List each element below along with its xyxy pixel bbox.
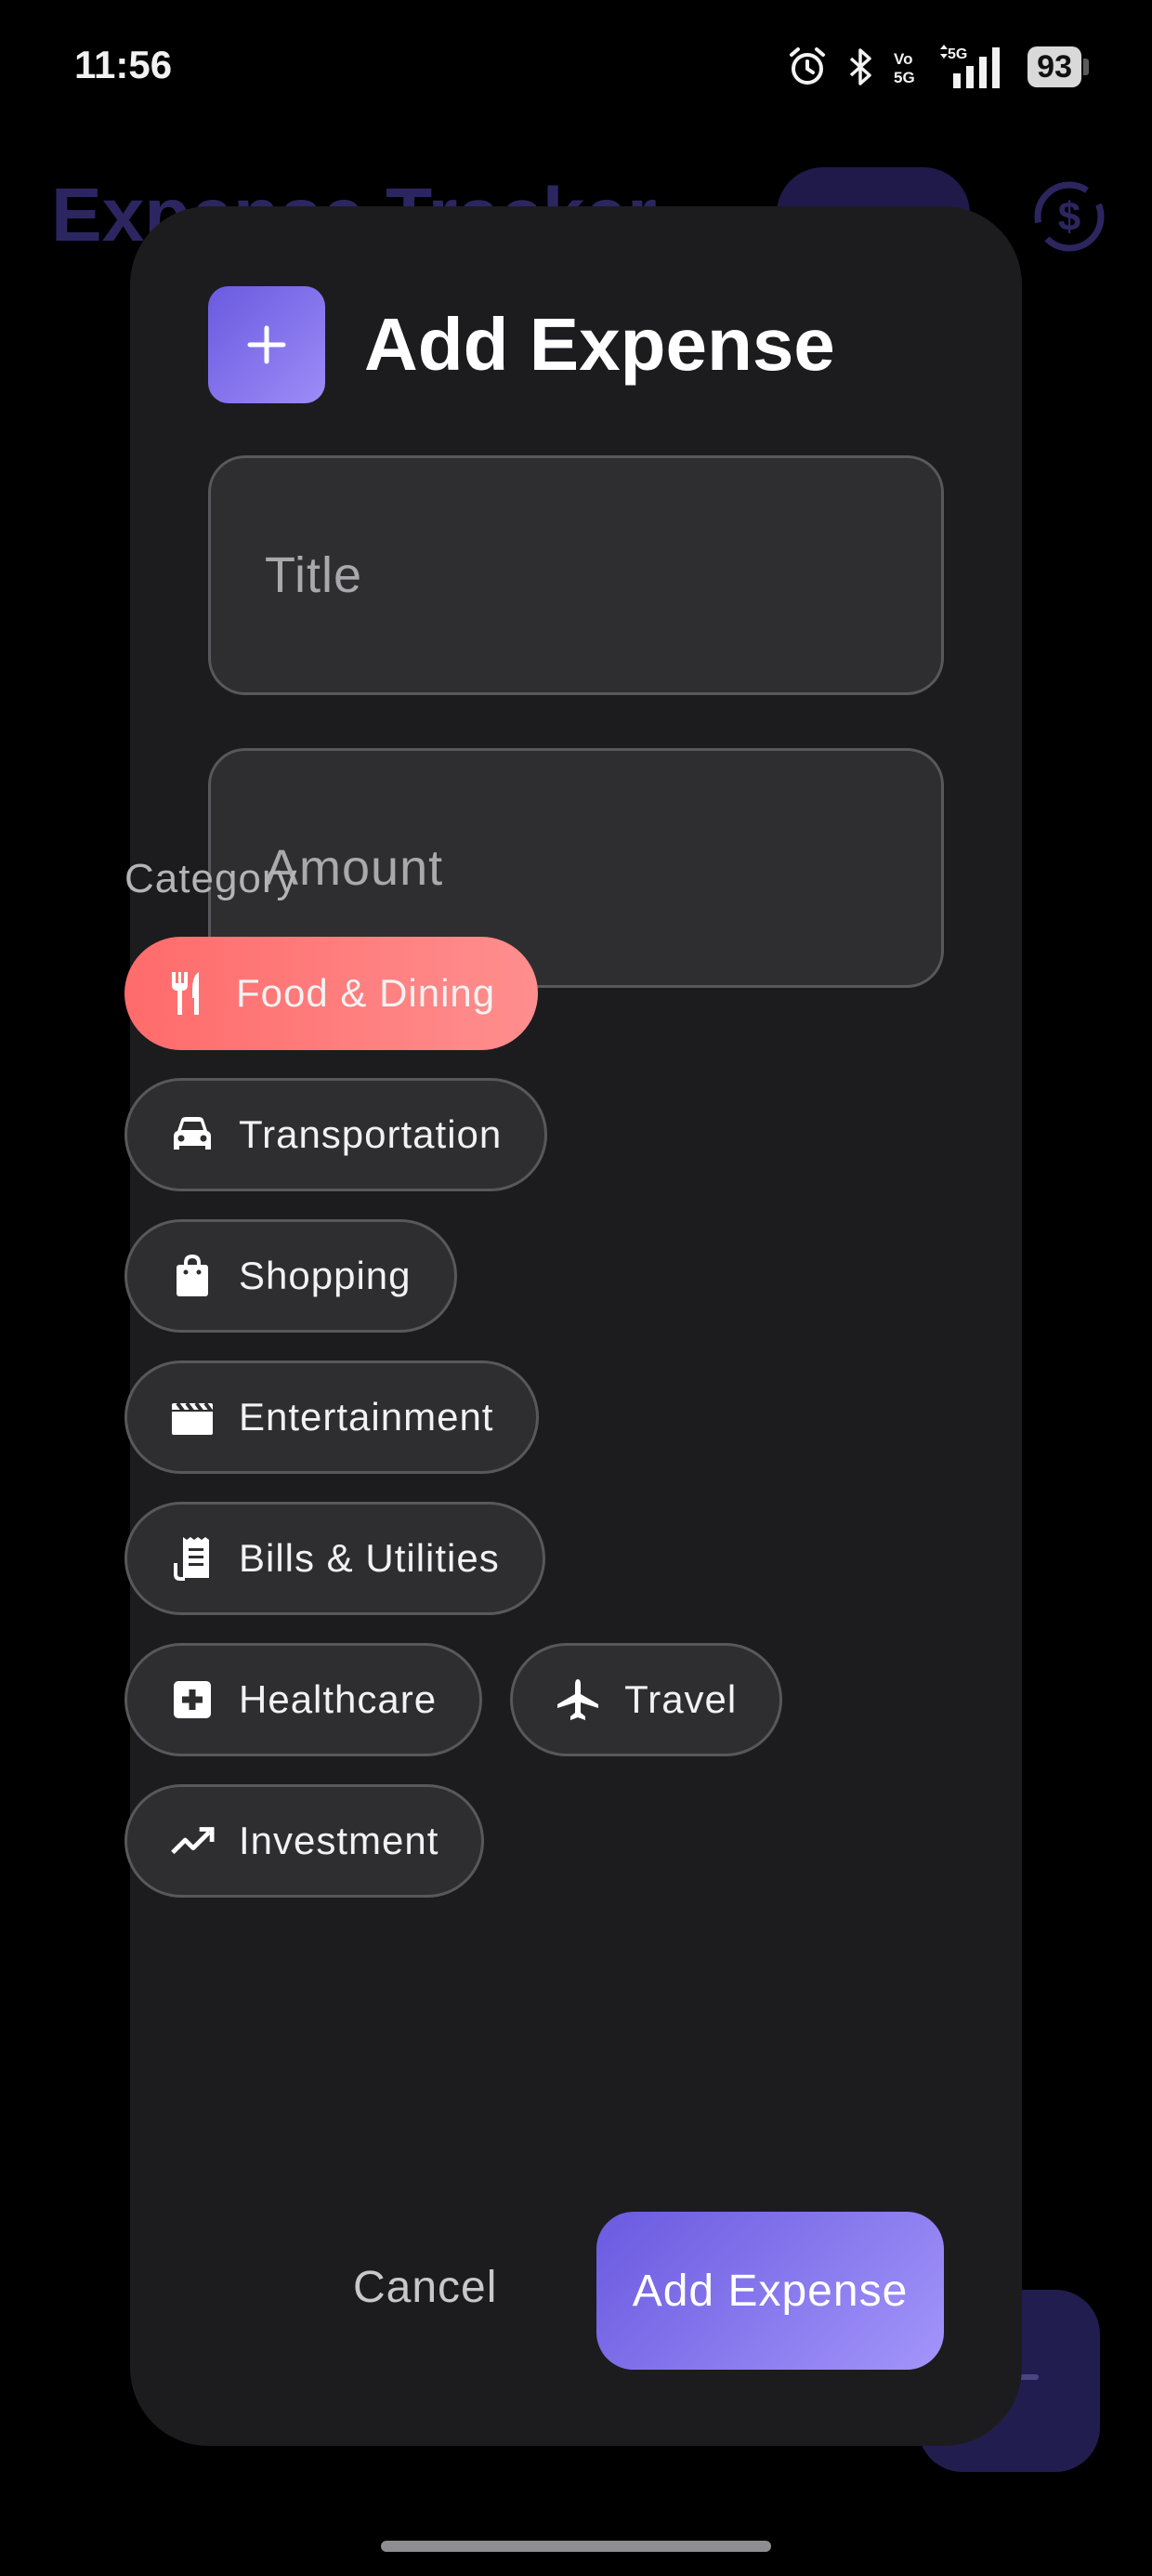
bluetooth-icon [845,46,875,88]
svg-text:$: $ [1058,194,1080,240]
svg-text:Vo: Vo [894,50,912,68]
screen: Expense Tracker $ 11:56 [0,0,1152,2576]
signal-icon: 5G [936,44,1011,90]
add-expense-button[interactable]: Add Expense [596,2212,944,2370]
volte-icon: Vo 5G [892,46,920,88]
alarm-icon [786,46,829,88]
status-icons: Vo 5G 5G 93 [786,43,1089,91]
battery-level: 93 [1028,46,1081,87]
svg-text:5G: 5G [894,69,915,86]
home-indicator[interactable] [381,2541,771,2552]
network-type-label: 5G [948,46,967,62]
status-bar: 11:56 Vo 5G 5G 93 [0,0,1152,139]
battery-tip [1083,59,1089,75]
status-time: 11:56 [74,43,173,86]
dialog-actions: Cancel Add Expense [130,2212,1022,2370]
currency-exchange-icon: $ [1029,177,1109,261]
dialog-actions-layer: Cancel Add Expense [130,206,1022,2446]
cancel-button[interactable]: Cancel [353,2262,497,2313]
battery-icon: 93 [1028,46,1089,87]
